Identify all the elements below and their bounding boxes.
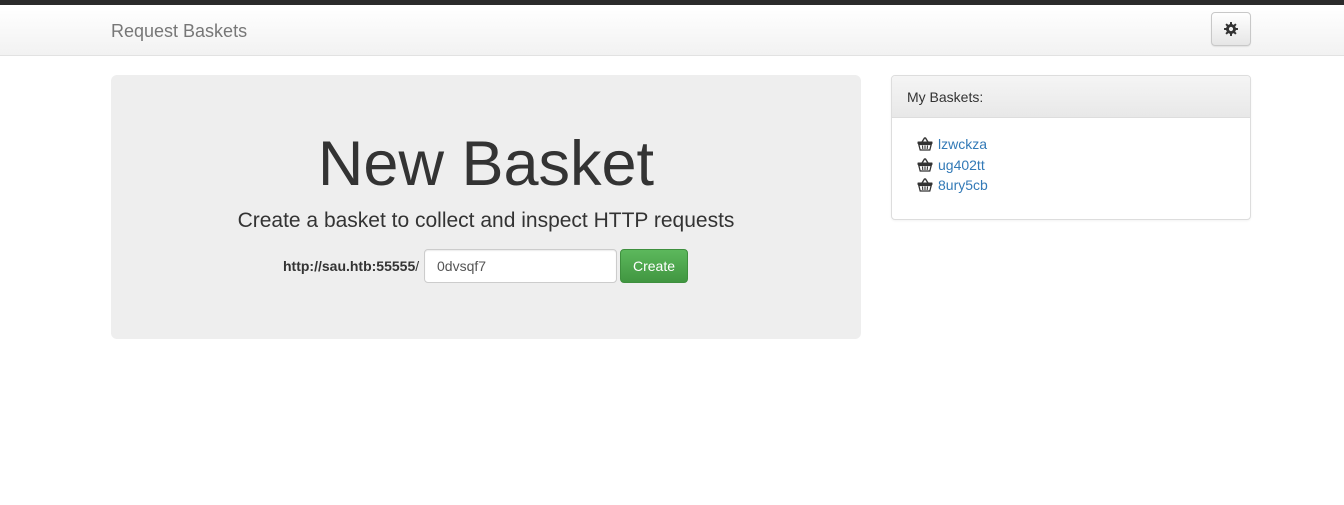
list-item: 8ury5cb [917, 175, 988, 196]
base-url-slash: / [415, 258, 420, 274]
gear-icon [1224, 22, 1238, 36]
my-baskets-panel: My Baskets: lzwckza ug402tt 8ury5cb [891, 75, 1251, 220]
page-title: New Basket [317, 129, 655, 199]
list-item: ug402tt [917, 155, 988, 176]
list-item: lzwckza [917, 134, 988, 155]
basket-icon [917, 137, 933, 151]
base-url-text: http://sau.htb:55555 [283, 258, 416, 274]
new-basket-jumbotron: New Basket Create a basket to collect an… [111, 75, 861, 339]
basket-list: lzwckza ug402tt 8ury5cb [917, 134, 988, 196]
basket-icon [917, 178, 933, 192]
create-basket-form: http://sau.htb:55555/ Create [111, 249, 861, 283]
brand-link[interactable]: Request Baskets [111, 21, 247, 41]
settings-button[interactable] [1211, 12, 1251, 46]
basket-icon [917, 158, 933, 172]
basket-link[interactable]: lzwckza [938, 136, 987, 152]
create-button[interactable]: Create [620, 249, 688, 283]
page-subtitle: Create a basket to collect and inspect H… [237, 209, 735, 232]
my-baskets-heading: My Baskets: [892, 76, 1250, 118]
base-url-label: http://sau.htb:55555/ [283, 258, 419, 274]
basket-name-input[interactable] [424, 249, 617, 283]
basket-link[interactable]: 8ury5cb [938, 177, 988, 193]
navbar: Request Baskets [0, 5, 1344, 56]
basket-link[interactable]: ug402tt [938, 157, 985, 173]
